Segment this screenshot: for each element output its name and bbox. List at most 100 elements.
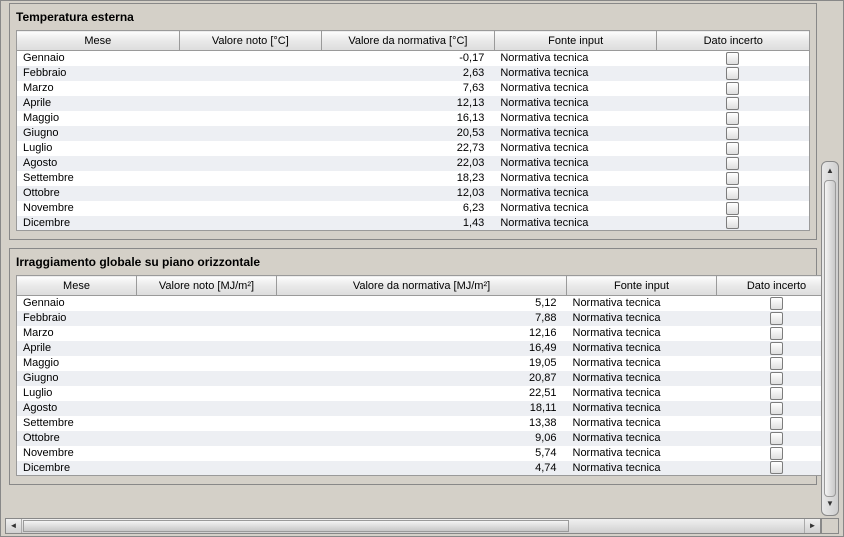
cell-uncertain[interactable] bbox=[717, 401, 822, 416]
cell-source[interactable]: Normativa tecnica bbox=[567, 446, 717, 461]
cell-source[interactable]: Normativa tecnica bbox=[494, 156, 657, 171]
cell-norm[interactable]: 7,88 bbox=[277, 311, 567, 326]
checkbox-uncertain[interactable] bbox=[726, 142, 739, 155]
cell-source[interactable]: Normativa tecnica bbox=[567, 416, 717, 431]
checkbox-uncertain[interactable] bbox=[726, 216, 739, 229]
cell-month[interactable]: Febbraio bbox=[17, 66, 180, 81]
cell-month[interactable]: Ottobre bbox=[17, 431, 137, 446]
cell-month[interactable]: Dicembre bbox=[17, 461, 137, 476]
cell-norm[interactable]: 5,12 bbox=[277, 296, 567, 311]
col-source[interactable]: Fonte input bbox=[567, 276, 717, 296]
cell-known[interactable] bbox=[179, 111, 321, 126]
cell-source[interactable]: Normativa tecnica bbox=[567, 356, 717, 371]
cell-month[interactable]: Marzo bbox=[17, 326, 137, 341]
cell-known[interactable] bbox=[137, 311, 277, 326]
cell-source[interactable]: Normativa tecnica bbox=[567, 371, 717, 386]
vertical-scrollbar[interactable]: ▲ ▼ bbox=[821, 161, 839, 516]
cell-known[interactable] bbox=[137, 341, 277, 356]
scroll-right-icon[interactable]: ► bbox=[804, 519, 820, 533]
cell-known[interactable] bbox=[179, 156, 321, 171]
cell-norm[interactable]: 9,06 bbox=[277, 431, 567, 446]
cell-source[interactable]: Normativa tecnica bbox=[494, 216, 657, 231]
cell-norm[interactable]: 6,23 bbox=[321, 201, 494, 216]
cell-uncertain[interactable] bbox=[657, 111, 810, 126]
cell-source[interactable]: Normativa tecnica bbox=[494, 141, 657, 156]
checkbox-uncertain[interactable] bbox=[770, 297, 783, 310]
cell-norm[interactable]: 1,43 bbox=[321, 216, 494, 231]
cell-month[interactable]: Dicembre bbox=[17, 216, 180, 231]
cell-uncertain[interactable] bbox=[657, 201, 810, 216]
cell-norm[interactable]: 18,11 bbox=[277, 401, 567, 416]
cell-source[interactable]: Normativa tecnica bbox=[494, 81, 657, 96]
cell-uncertain[interactable] bbox=[657, 81, 810, 96]
cell-known[interactable] bbox=[137, 401, 277, 416]
checkbox-uncertain[interactable] bbox=[770, 447, 783, 460]
cell-uncertain[interactable] bbox=[717, 296, 822, 311]
cell-norm[interactable]: 5,74 bbox=[277, 446, 567, 461]
checkbox-uncertain[interactable] bbox=[770, 417, 783, 430]
cell-month[interactable]: Giugno bbox=[17, 126, 180, 141]
checkbox-uncertain[interactable] bbox=[726, 172, 739, 185]
cell-source[interactable]: Normativa tecnica bbox=[567, 401, 717, 416]
cell-norm[interactable]: 20,53 bbox=[321, 126, 494, 141]
cell-uncertain[interactable] bbox=[657, 141, 810, 156]
cell-norm[interactable]: 20,87 bbox=[277, 371, 567, 386]
col-source[interactable]: Fonte input bbox=[494, 31, 657, 51]
cell-uncertain[interactable] bbox=[717, 416, 822, 431]
cell-norm[interactable]: -0,17 bbox=[321, 51, 494, 66]
cell-uncertain[interactable] bbox=[657, 171, 810, 186]
cell-norm[interactable]: 12,16 bbox=[277, 326, 567, 341]
table-row[interactable]: Maggio16,13Normativa tecnica bbox=[17, 111, 810, 126]
table-row[interactable]: Maggio19,05Normativa tecnica bbox=[17, 356, 822, 371]
cell-norm[interactable]: 22,03 bbox=[321, 156, 494, 171]
cell-source[interactable]: Normativa tecnica bbox=[494, 96, 657, 111]
cell-uncertain[interactable] bbox=[717, 311, 822, 326]
col-known[interactable]: Valore noto [MJ/m²] bbox=[137, 276, 277, 296]
cell-known[interactable] bbox=[137, 296, 277, 311]
checkbox-uncertain[interactable] bbox=[770, 387, 783, 400]
cell-known[interactable] bbox=[137, 356, 277, 371]
cell-month[interactable]: Luglio bbox=[17, 141, 180, 156]
table-row[interactable]: Dicembre4,74Normativa tecnica bbox=[17, 461, 822, 476]
checkbox-uncertain[interactable] bbox=[770, 312, 783, 325]
checkbox-uncertain[interactable] bbox=[770, 372, 783, 385]
cell-norm[interactable]: 18,23 bbox=[321, 171, 494, 186]
cell-uncertain[interactable] bbox=[657, 216, 810, 231]
checkbox-uncertain[interactable] bbox=[726, 82, 739, 95]
cell-month[interactable]: Gennaio bbox=[17, 51, 180, 66]
col-known[interactable]: Valore noto [°C] bbox=[179, 31, 321, 51]
cell-known[interactable] bbox=[179, 96, 321, 111]
cell-uncertain[interactable] bbox=[717, 431, 822, 446]
scroll-down-icon[interactable]: ▼ bbox=[822, 497, 838, 513]
cell-known[interactable] bbox=[137, 326, 277, 341]
cell-uncertain[interactable] bbox=[717, 446, 822, 461]
cell-month[interactable]: Maggio bbox=[17, 111, 180, 126]
cell-uncertain[interactable] bbox=[717, 371, 822, 386]
cell-uncertain[interactable] bbox=[657, 156, 810, 171]
checkbox-uncertain[interactable] bbox=[770, 432, 783, 445]
checkbox-uncertain[interactable] bbox=[726, 187, 739, 200]
cell-source[interactable]: Normativa tecnica bbox=[567, 341, 717, 356]
cell-norm[interactable]: 2,63 bbox=[321, 66, 494, 81]
col-norm[interactable]: Valore da normativa [°C] bbox=[321, 31, 494, 51]
cell-month[interactable]: Novembre bbox=[17, 201, 180, 216]
cell-known[interactable] bbox=[137, 461, 277, 476]
cell-month[interactable]: Marzo bbox=[17, 81, 180, 96]
cell-uncertain[interactable] bbox=[657, 96, 810, 111]
cell-uncertain[interactable] bbox=[657, 66, 810, 81]
cell-source[interactable]: Normativa tecnica bbox=[567, 311, 717, 326]
cell-month[interactable]: Agosto bbox=[17, 156, 180, 171]
cell-uncertain[interactable] bbox=[657, 126, 810, 141]
cell-known[interactable] bbox=[137, 446, 277, 461]
hscroll-track[interactable] bbox=[23, 520, 803, 532]
cell-month[interactable]: Aprile bbox=[17, 341, 137, 356]
col-uncertain[interactable]: Dato incerto bbox=[657, 31, 810, 51]
cell-known[interactable] bbox=[179, 81, 321, 96]
cell-source[interactable]: Normativa tecnica bbox=[567, 386, 717, 401]
cell-source[interactable]: Normativa tecnica bbox=[494, 171, 657, 186]
table-row[interactable]: Gennaio-0,17Normativa tecnica bbox=[17, 51, 810, 66]
table-row[interactable]: Gennaio5,12Normativa tecnica bbox=[17, 296, 822, 311]
scroll-up-icon[interactable]: ▲ bbox=[822, 164, 838, 180]
hscroll-thumb[interactable] bbox=[23, 520, 569, 532]
cell-known[interactable] bbox=[179, 186, 321, 201]
